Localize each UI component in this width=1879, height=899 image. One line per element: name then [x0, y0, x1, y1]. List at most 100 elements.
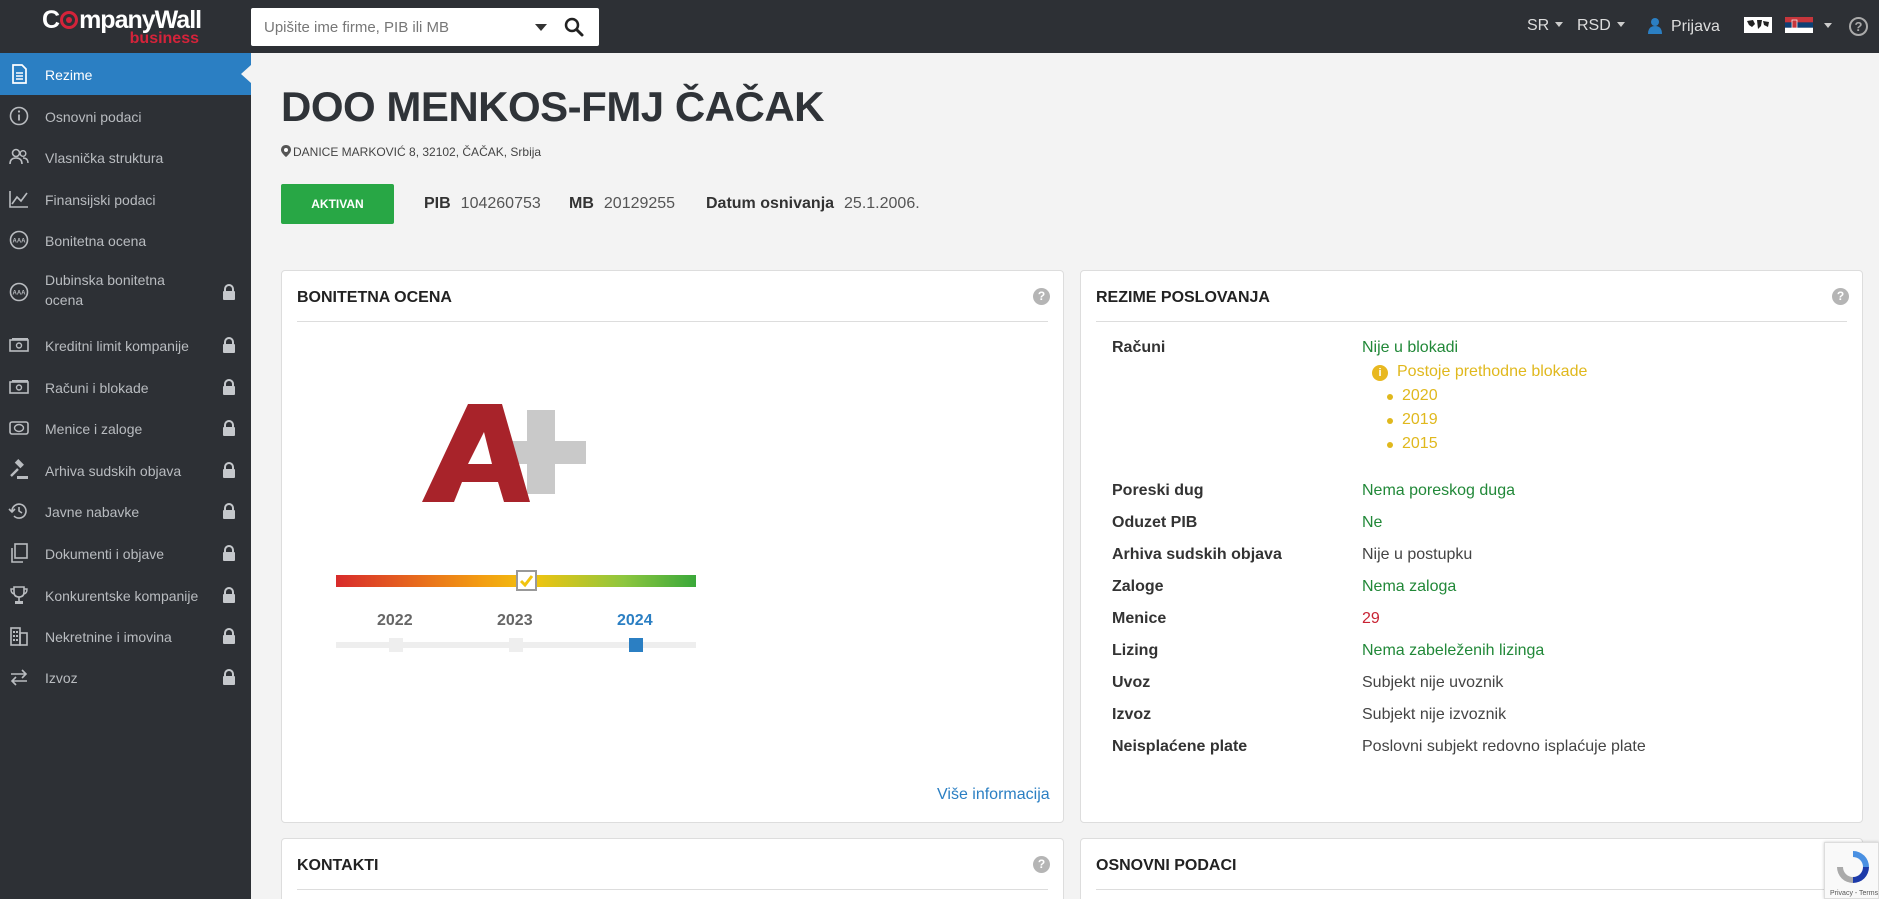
search-input[interactable] [251, 8, 531, 46]
sidebar-item-label: Izvoz [45, 670, 78, 686]
founded-field: Datum osnivanja 25.1.2006. [706, 195, 920, 213]
copy-icon [11, 543, 28, 563]
sidebar-item-javne-nabavke[interactable]: Javne nabavke [0, 490, 251, 532]
bullet [1387, 418, 1393, 424]
mb-value: 20129255 [603, 195, 676, 212]
company-name: DOO MENKOS-FMJ ČAČAK [281, 83, 825, 130]
sidebar-item-label: Dubinska bonitetna ocena [45, 272, 165, 308]
language-label: SR [1527, 17, 1550, 34]
year-knob-2023[interactable] [509, 638, 523, 652]
rezime-row-label: Arhiva sudskih objava [1112, 546, 1282, 563]
user-icon [1648, 18, 1662, 34]
sidebar-item-arhiva-sudskih-objava[interactable]: Arhiva sudskih objava [0, 449, 251, 490]
history-icon [8, 503, 27, 519]
rezime-row-label: Izvoz [1112, 706, 1152, 723]
logo[interactable]: CmpanyWall business [42, 6, 212, 48]
sidebar-item-vlasnicka-struktura[interactable]: Vlasnička struktura [0, 136, 251, 178]
year-knob-2024[interactable] [629, 638, 643, 652]
users-icon [9, 148, 29, 165]
language-select[interactable]: SR [1527, 17, 1564, 35]
sidebar-item-dokumenti-i-objave[interactable]: Dokumenti i objave [0, 532, 251, 574]
divider [1096, 889, 1847, 890]
racuni-label: Računi [1112, 339, 1166, 356]
sidebar-item-menice-i-zaloge[interactable]: Menice i zaloge [0, 407, 251, 449]
help-icon[interactable]: ? [1832, 288, 1849, 305]
sidebar-item-rezime[interactable]: Rezime [0, 53, 251, 95]
status-badge: AKTIVAN [281, 184, 394, 224]
sidebar-item-osnovni-podaci[interactable]: Osnovni podaci [0, 95, 251, 136]
currency-label: RSD [1577, 17, 1611, 34]
sidebar-item-bonitetna-ocena[interactable]: AAA Bonitetna ocena [0, 219, 251, 261]
help-icon[interactable]: ? [1033, 288, 1050, 305]
world-map-icon[interactable] [1744, 17, 1772, 33]
rezime-row-value: Subjekt nije uvoznik [1362, 674, 1504, 691]
sidebar-item-racuni-i-blokade[interactable]: Računi i blokade [0, 366, 251, 407]
rezime-row-value: 29 [1362, 610, 1380, 627]
chevron-down-icon [1555, 22, 1564, 27]
help-icon[interactable]: ? [1849, 17, 1868, 36]
divider [1096, 321, 1847, 322]
rezime-row-value: Subjekt nije izvoznik [1362, 706, 1507, 723]
racuni-value: Nije u blokadi [1362, 339, 1459, 356]
rezime-row-value: Poslovni subjekt redovno isplaćuje plate [1362, 738, 1646, 755]
rezime-row-label: Uvoz [1112, 674, 1151, 691]
login-link[interactable]: Prijava [1647, 17, 1720, 36]
bill-icon [9, 421, 29, 435]
lock-icon [223, 420, 235, 436]
rezime-row-value: Nema poreskog duga [1362, 482, 1515, 499]
founded-label: Datum osnivanja [706, 195, 835, 212]
sidebar-item-label: Rezime [45, 67, 93, 83]
logo-sub: business [129, 30, 199, 47]
sidebar-item-label: Vlasnička struktura [45, 150, 164, 166]
money-icon [9, 380, 29, 394]
money-icon [9, 338, 29, 352]
more-info-link[interactable]: Više informacija [937, 786, 1050, 804]
sidebar: Rezime Osnovni podaci Vlasnička struktura F… [0, 53, 251, 899]
sidebar-item-label: Konkurentske kompanije [45, 588, 199, 604]
sidebar-item-label: Javne nabavke [45, 504, 140, 520]
rezime-row-label: Neisplaćene plate [1112, 738, 1248, 755]
grade-a-plus-icon [422, 404, 586, 502]
sidebar-item-finansijski-podaci[interactable]: Finansijski podaci [0, 178, 251, 219]
lock-icon [223, 503, 235, 519]
sidebar-item-label: Menice i zaloge [45, 421, 143, 437]
help-icon[interactable]: ? [1033, 856, 1050, 873]
sidebar-item-kreditni-limit-kompanije[interactable]: Kreditni limit kompanije [0, 324, 251, 366]
blokada-year: 2015 [1402, 435, 1438, 452]
year-2022[interactable]: 2022 [377, 612, 413, 630]
lock-icon [223, 545, 235, 561]
lock-icon [223, 284, 235, 300]
rezime-title: REZIME POSLOVANJA [1096, 289, 1270, 306]
year-2023[interactable]: 2023 [497, 612, 533, 630]
sidebar-item-label: Dokumenti i objave [45, 546, 165, 562]
founded-value: 25.1.2006. [844, 195, 920, 212]
exchange-icon [10, 669, 28, 686]
rezime-row-value: Ne [1362, 514, 1383, 531]
sidebar-item-izvoz[interactable]: Izvoz [0, 656, 251, 698]
rezime-row-value: Nije u postupku [1362, 546, 1473, 563]
serbian-flag-icon[interactable] [1785, 17, 1813, 33]
rezime-row-label: Poreski dug [1112, 482, 1204, 499]
recaptcha-icon [1837, 851, 1869, 883]
gavel-icon [10, 459, 28, 479]
login-label: Prijava [1671, 18, 1720, 35]
search-icon[interactable] [563, 16, 585, 38]
osnovni-title: OSNOVNI PODACI [1096, 857, 1237, 874]
sidebar-item-dubinska-bonitetna-ocena[interactable]: AAA Dubinska bonitetna ocena [0, 261, 251, 324]
sidebar-item-konkurentske-kompanije[interactable]: Konkurentske kompanije [0, 574, 251, 615]
sidebar-item-label: Arhiva sudskih objava [45, 463, 182, 479]
rating-icon: AAA [9, 230, 29, 250]
chevron-down-icon[interactable] [1824, 23, 1832, 28]
search-dropdown-icon[interactable] [535, 24, 547, 31]
currency-select[interactable]: RSD [1577, 17, 1625, 35]
sidebar-item-label: Bonitetna ocena [45, 233, 147, 249]
sidebar-item-label: Finansijski podaci [45, 192, 156, 208]
sidebar-item-label: Osnovni podaci [45, 109, 142, 125]
top-bar: CmpanyWall business SR RSD Prijava ? [0, 0, 1879, 53]
year-2024[interactable]: 2024 [617, 612, 653, 630]
recaptcha-badge[interactable]: Privacy - Terms [1824, 842, 1879, 899]
lock-icon [223, 628, 235, 644]
divider [297, 889, 1048, 890]
year-knob-2022[interactable] [389, 638, 403, 652]
sidebar-item-nekretnine-i-imovina[interactable]: Nekretnine i imovina [0, 615, 251, 656]
